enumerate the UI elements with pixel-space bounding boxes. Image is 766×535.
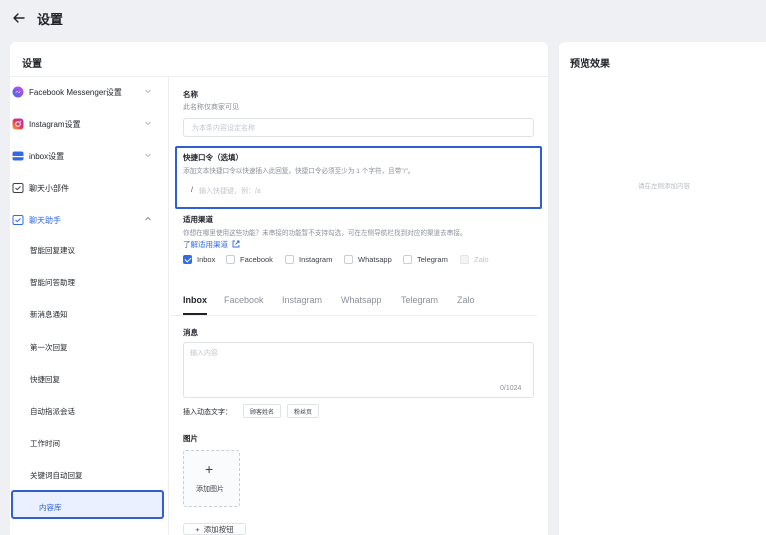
page-title: 设置 (37, 12, 64, 27)
sidebar-item-label: Instagram设置 (29, 119, 81, 129)
sidebar-item-widget[interactable]: 聊天小部件 (12, 179, 152, 197)
sub-item-first-reply[interactable]: 第一次回复 (30, 340, 68, 354)
widget-icon (12, 183, 24, 193)
sidebar-item-label: Facebook Messenger设置 (29, 87, 122, 97)
sidebar-item-label: 聊天助手 (29, 215, 61, 225)
tab-facebook[interactable]: Facebook (224, 295, 264, 305)
sidebar-item-instagram[interactable]: Instagram设置 (12, 115, 152, 133)
sidebar-item-label: 聊天小部件 (29, 183, 69, 193)
chevron-down-icon (145, 153, 151, 158)
tab-inbox[interactable]: Inbox (183, 295, 207, 305)
sidebar-divider (168, 77, 169, 535)
preview-card: 预览效果 请在左侧添加内容 (559, 42, 766, 535)
checkbox-icon (285, 255, 294, 264)
messenger-icon (12, 86, 24, 98)
chip-fan-page[interactable]: 粉丝页 (287, 404, 319, 418)
message-label: 消息 (183, 328, 198, 337)
checkbox-disabled-icon (460, 255, 469, 264)
sidebar-item-inbox[interactable]: inbox设置 (12, 147, 152, 165)
back-arrow-icon[interactable] (12, 11, 26, 25)
shortcut-input[interactable]: / 输入快捷键，例：/a (183, 181, 534, 200)
channel-checkbox-whatsapp[interactable]: Whatsapp (344, 255, 392, 264)
channel-checkbox-instagram[interactable]: Instagram (285, 255, 332, 264)
checkbox-checked-icon (183, 255, 192, 264)
checkbox-icon (403, 255, 412, 264)
shortcut-label: 快捷口令（选填） (183, 153, 243, 162)
tab-active-indicator (183, 313, 207, 315)
instagram-icon (12, 118, 24, 130)
card-divider (10, 76, 548, 77)
chip-customer-name[interactable]: 顾客姓名 (243, 404, 281, 418)
message-counter: 0/1024 (500, 385, 522, 392)
image-upload-box[interactable] (183, 450, 240, 507)
sub-item-content-library-label: 内容库 (39, 503, 62, 512)
checkbox-icon (344, 255, 353, 264)
chevron-up-icon (145, 216, 151, 221)
chevron-down-icon (145, 89, 151, 94)
name-hint: 此名称仅商家可见 (183, 104, 239, 111)
channel-checkbox-zalo: Zalo (460, 255, 489, 264)
sidebar-item-messenger[interactable]: Facebook Messenger设置 (12, 83, 152, 101)
channel-checkbox-telegram[interactable]: Telegram (403, 255, 448, 264)
sidebar-item-assistant[interactable]: 聊天助手 (12, 211, 152, 229)
checkbox-icon (226, 255, 235, 264)
sub-item-content-library[interactable] (11, 490, 164, 519)
message-placeholder: 输入内容 (190, 350, 218, 357)
dynamic-text-label: 插入动态文字： (183, 409, 232, 416)
channels-learn-link[interactable]: 了解适用渠道 (183, 239, 240, 250)
channels-label: 适用渠道 (183, 215, 213, 224)
chevron-down-icon (145, 121, 151, 126)
sub-item-auto-assign[interactable]: 自动指派会话 (30, 404, 75, 418)
tab-zalo[interactable]: Zalo (457, 295, 475, 305)
sub-item-smart-qa[interactable]: 智能问答助理 (30, 275, 75, 289)
plus-icon: + (195, 524, 200, 534)
channel-checkbox-facebook[interactable]: Facebook (226, 255, 273, 264)
sub-item-new-message[interactable]: 新消息通知 (30, 307, 68, 321)
add-button-button[interactable]: + 添加按钮 (183, 523, 246, 535)
sub-item-smart-reply[interactable]: 智能回复建议 (30, 243, 75, 257)
name-label: 名称 (183, 90, 198, 99)
plus-icon: + (205, 461, 214, 477)
sub-item-work-hours[interactable]: 工作时间 (30, 436, 60, 450)
tab-instagram[interactable]: Instagram (282, 295, 322, 305)
channel-checkbox-inbox[interactable]: Inbox (183, 255, 215, 264)
tab-whatsapp[interactable]: Whatsapp (341, 295, 382, 305)
slash-prefix: / (191, 187, 193, 194)
inbox-icon (12, 151, 24, 161)
external-link-icon (232, 240, 240, 248)
sub-item-keyword-reply[interactable]: 关键词自动回复 (30, 468, 83, 482)
shortcut-hint: 添加文本快捷口令以快速插入此回复。快捷口令必须至少为 1 个字符，且带"/"。 (183, 168, 415, 175)
tab-telegram[interactable]: Telegram (401, 295, 438, 305)
tabs-divider (171, 315, 537, 316)
name-input[interactable]: 为本条内容设定名称 (183, 118, 534, 137)
card-title: 设置 (22, 59, 42, 70)
preview-title: 预览效果 (570, 59, 610, 70)
sub-item-quick-reply[interactable]: 快捷回复 (30, 372, 60, 386)
sidebar-item-label: inbox设置 (29, 151, 65, 161)
image-label: 图片 (183, 434, 198, 443)
top-bar: 设置 (0, 0, 766, 36)
channels-hint: 你想在哪里使用这些功能？未串接的功能暂不支持勾选，可在左侧导航栏找到对应的渠道去… (183, 230, 467, 237)
assistant-icon (12, 215, 24, 225)
image-upload-label: 添加图片 (196, 486, 224, 493)
preview-empty-text: 请在左侧添加内容 (638, 183, 690, 190)
message-textarea[interactable] (183, 342, 534, 398)
